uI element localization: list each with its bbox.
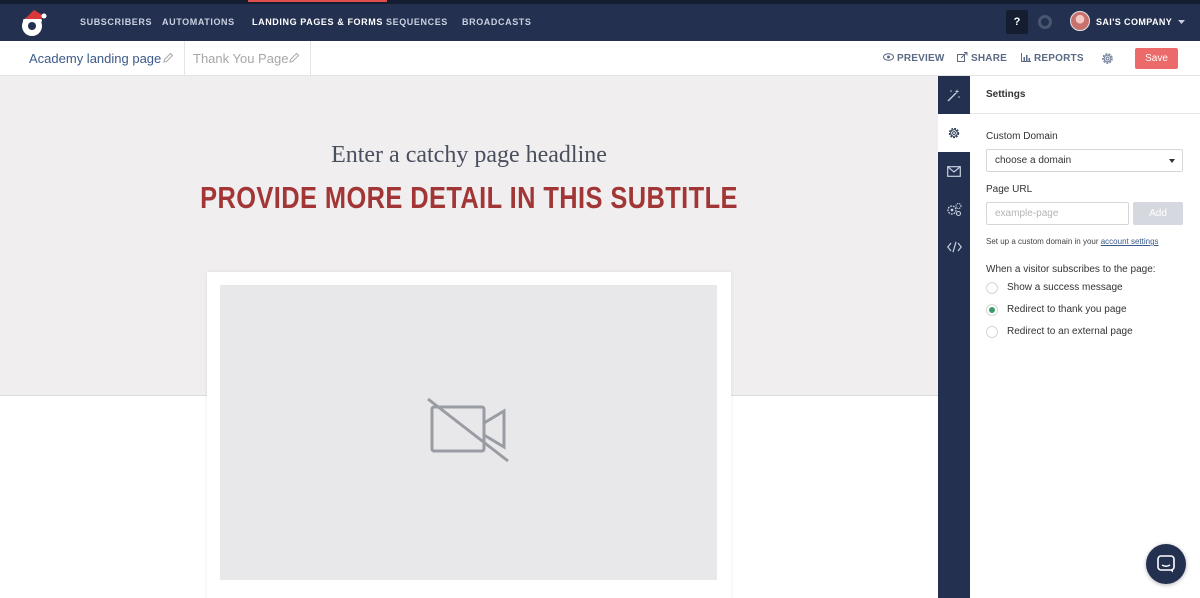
nav-broadcasts[interactable]: BROADCASTS <box>462 4 532 41</box>
rail-code[interactable] <box>938 228 970 266</box>
option-label: Redirect to thank you page <box>1007 304 1127 315</box>
nav-automations[interactable]: AUTOMATIONS <box>162 4 235 41</box>
chevron-down-icon <box>1177 20 1185 25</box>
share-button[interactable]: SHARE <box>957 41 1007 76</box>
page-canvas: Enter a catchy page headline PROVIDE MOR… <box>0 76 938 598</box>
subscribe-prompt: When a visitor subscribes to the page: <box>986 264 1156 275</box>
hint-text: Set up a custom domain in your <box>986 237 1101 246</box>
top-nav: SUBSCRIBERS AUTOMATIONS LANDING PAGES & … <box>0 0 1200 41</box>
option-label: Show a success message <box>1007 282 1123 293</box>
magic-wand-icon <box>947 89 960 102</box>
custom-domain-label: Custom Domain <box>986 131 1058 142</box>
bar-chart-icon <box>1021 52 1031 62</box>
nav-subscribers[interactable]: SUBSCRIBERS <box>80 4 152 41</box>
rail-design[interactable] <box>938 76 970 114</box>
video-block[interactable] <box>207 272 731 598</box>
page-tab-label: Academy landing page <box>29 51 162 66</box>
avatar[interactable] <box>1070 11 1090 31</box>
caret-down-icon <box>1169 159 1175 163</box>
page-headline[interactable]: Enter a catchy page headline <box>0 142 938 169</box>
tab-thank-you-page[interactable]: Thank You Page <box>185 41 311 76</box>
status-indicator-icon[interactable] <box>1038 15 1052 29</box>
video-placeholder[interactable] <box>220 285 717 580</box>
domain-select-value: choose a domain <box>995 155 1072 166</box>
add-url-button[interactable]: Add <box>1133 202 1183 225</box>
chat-button[interactable] <box>1146 544 1186 584</box>
custom-domain-hint: Set up a custom domain in your account s… <box>986 237 1159 246</box>
preview-button[interactable]: PREVIEW <box>883 41 945 76</box>
rail-integrations[interactable] <box>938 190 970 228</box>
gear-icon <box>948 127 960 139</box>
code-icon <box>946 241 962 253</box>
rail-email[interactable] <box>938 152 970 190</box>
share-icon <box>957 52 968 63</box>
chat-icon <box>1157 555 1175 573</box>
envelope-icon <box>947 165 961 177</box>
page-tab-label: Thank You Page <box>193 51 289 66</box>
page-url-label: Page URL <box>986 184 1033 195</box>
gear-icon[interactable] <box>1100 51 1115 66</box>
page-url-input[interactable] <box>986 202 1129 225</box>
account-settings-link[interactable]: account settings <box>1101 237 1159 246</box>
radio-success-message[interactable] <box>986 282 998 294</box>
reports-button[interactable]: REPORTS <box>1021 41 1084 76</box>
tab-academy-landing-page[interactable]: Academy landing page <box>0 41 185 76</box>
nav-landing-pages-forms[interactable]: LANDING PAGES & FORMS <box>248 0 387 41</box>
eye-icon <box>883 53 894 62</box>
settings-title: Settings <box>970 76 1200 114</box>
radio-redirect-external[interactable] <box>986 326 998 338</box>
account-name: SAI'S COMPANY <box>1096 17 1173 27</box>
option-label: Redirect to an external page <box>1007 326 1133 337</box>
video-off-icon <box>427 397 509 463</box>
settings-panel: Settings Custom Domain choose a domain P… <box>970 76 1200 598</box>
reports-label: REPORTS <box>1034 53 1084 64</box>
help-button[interactable]: ? <box>1006 10 1028 34</box>
rail-settings[interactable] <box>938 114 970 152</box>
logo-icon[interactable] <box>18 8 48 38</box>
page-subtitle[interactable]: PROVIDE MORE DETAIL IN THIS SUBTITLE <box>84 180 853 216</box>
editor-toolbar: Academy landing page Thank You Page PREV… <box>0 41 1200 76</box>
integrations-icon <box>947 202 962 216</box>
share-label: SHARE <box>971 53 1008 64</box>
preview-label: PREVIEW <box>897 53 945 64</box>
save-button[interactable]: Save <box>1135 48 1178 69</box>
account-menu[interactable]: SAI'S COMPANY <box>1096 4 1185 41</box>
pencil-icon[interactable] <box>288 52 300 64</box>
domain-select[interactable]: choose a domain <box>986 149 1183 172</box>
editor-side-rail <box>938 76 970 598</box>
nav-sequences[interactable]: SEQUENCES <box>386 4 448 41</box>
pencil-icon[interactable] <box>162 52 174 64</box>
radio-redirect-thank-you[interactable] <box>986 304 998 316</box>
